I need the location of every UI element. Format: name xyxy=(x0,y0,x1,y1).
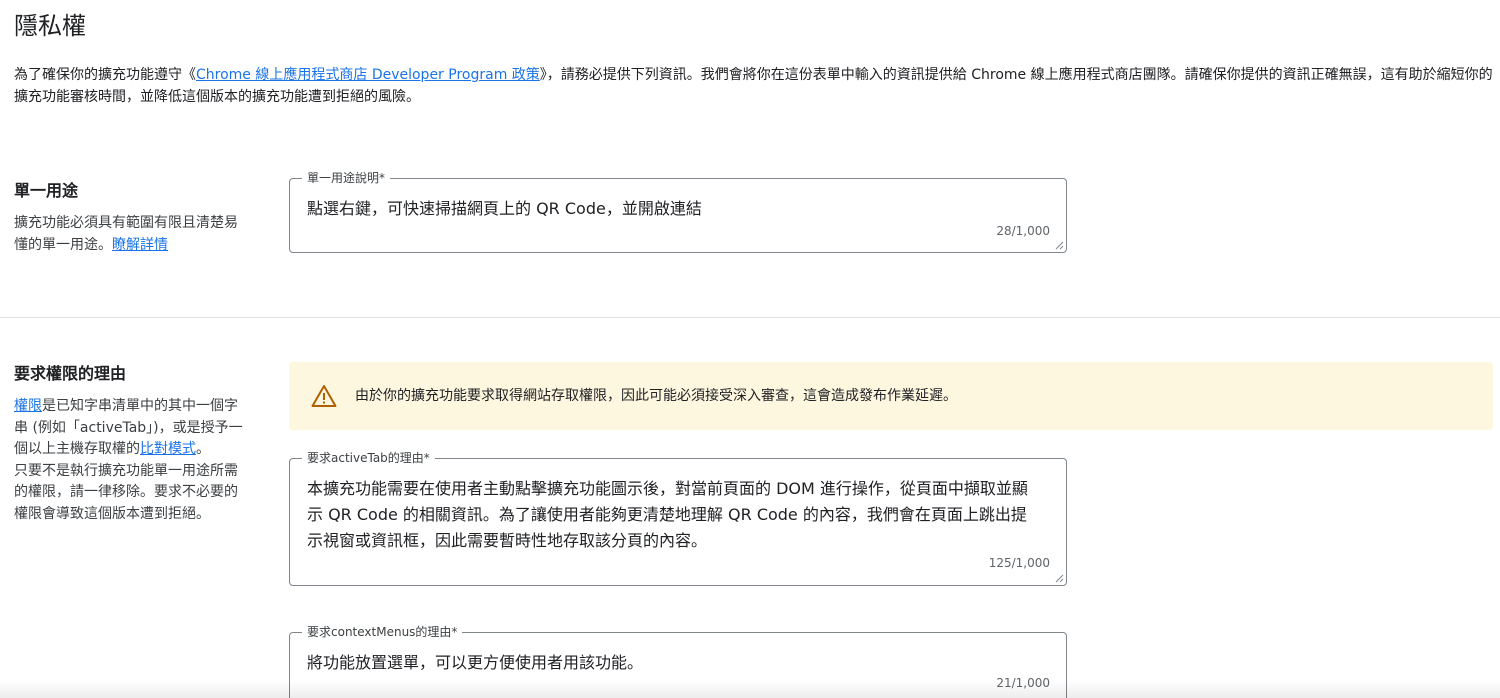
resize-handle-icon[interactable] xyxy=(1055,574,1064,583)
privacy-page: 隱私權 為了確保你的擴充功能遵守《Chrome 線上應用程式商店 Develop… xyxy=(0,0,1500,698)
activetab-field-value[interactable]: 本擴充功能需要在使用者主動點擊擴充功能圖示後，對當前頁面的 DOM 進行操作，從… xyxy=(307,476,1042,554)
single-purpose-field[interactable]: 單一用途說明* 點選右鍵，可快速掃描網頁上的 QR Code，並開啟連結 28/… xyxy=(289,170,1067,253)
contextmenus-justification-field[interactable]: 要求contextMenus的理由* 將功能放置選單，可以更方便使用者用該功能。… xyxy=(289,624,1067,698)
single-purpose-description: 擴充功能必須具有範圍有限且清楚易懂的單一用途。瞭解詳情 xyxy=(14,213,248,256)
warning-triangle-icon xyxy=(311,385,337,407)
warning-text: 由於你的擴充功能要求取得網站存取權限，因此可能必須接受深入審查，這會造成發布作業… xyxy=(355,388,957,404)
permissions-desc-part3: 只要不是執行擴充功能單一用途所需的權限，請一律移除。要求不必要的權限會導致這個版… xyxy=(14,462,238,522)
intro-paragraph: 為了確保你的擴充功能遵守《Chrome 線上應用程式商店 Developer P… xyxy=(14,64,1494,108)
site-access-warning-banner: 由於你的擴充功能要求取得網站存取權限，因此可能必須接受深入審查，這會造成發布作業… xyxy=(289,362,1493,430)
activetab-char-count: 125/1,000 xyxy=(988,556,1050,570)
permissions-link[interactable]: 權限 xyxy=(14,398,42,414)
single-purpose-char-count: 28/1,000 xyxy=(996,224,1050,238)
intro-text-before: 為了確保你的擴充功能遵守《 xyxy=(14,67,196,83)
section-divider xyxy=(0,317,1500,318)
contextmenus-field-value[interactable]: 將功能放置選單，可以更方便使用者用該功能。 xyxy=(307,650,1042,676)
contextmenus-char-count: 21/1,000 xyxy=(996,676,1050,690)
single-purpose-title: 單一用途 xyxy=(14,181,79,200)
match-patterns-link[interactable]: 比對模式 xyxy=(140,441,196,457)
activetab-field-label: 要求activeTab的理由* xyxy=(302,450,435,466)
activetab-justification-field[interactable]: 要求activeTab的理由* 本擴充功能需要在使用者主動點擊擴充功能圖示後，對… xyxy=(289,450,1067,586)
single-purpose-field-label: 單一用途說明* xyxy=(302,170,391,186)
permissions-desc-part2: 。 xyxy=(196,441,210,457)
page-title: 隱私權 xyxy=(14,12,86,40)
developer-program-policy-link[interactable]: Chrome 線上應用程式商店 Developer Program 政策 xyxy=(196,67,540,83)
learn-more-link[interactable]: 瞭解詳情 xyxy=(112,237,168,253)
permissions-title: 要求權限的理由 xyxy=(14,364,127,383)
contextmenus-field-label: 要求contextMenus的理由* xyxy=(302,624,463,640)
resize-handle-icon[interactable] xyxy=(1055,241,1064,250)
permissions-description: 權限是已知字串清單中的其中一個字串 (例如「activeTab」)，或是授予一個… xyxy=(14,396,248,525)
single-purpose-field-value[interactable]: 點選右鍵，可快速掃描網頁上的 QR Code，並開啟連結 xyxy=(307,196,1042,222)
